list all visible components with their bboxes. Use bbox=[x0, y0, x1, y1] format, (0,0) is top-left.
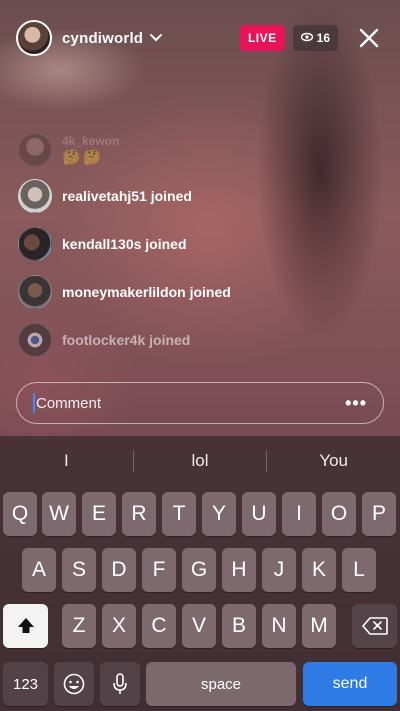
key-i[interactable]: I bbox=[282, 492, 316, 536]
text-caret bbox=[33, 393, 35, 413]
emoji-icon bbox=[63, 673, 85, 695]
key-r[interactable]: R bbox=[122, 492, 156, 536]
key-j[interactable]: J bbox=[262, 548, 296, 592]
shift-key[interactable] bbox=[3, 604, 48, 648]
suggestion-2[interactable]: lol bbox=[134, 451, 267, 471]
viewer-count-badge[interactable]: 16 bbox=[292, 25, 338, 51]
header-right: LIVE 16 bbox=[239, 23, 384, 53]
key-k[interactable]: K bbox=[302, 548, 336, 592]
join-item: footlocker4k joined bbox=[18, 316, 318, 364]
avatar bbox=[18, 133, 52, 167]
more-icon[interactable]: ••• bbox=[345, 393, 367, 414]
activity-feed: 4k_kewon 🤔🤔 realivetahj51 joined kendall… bbox=[18, 128, 318, 364]
join-item: moneymakerlildon joined bbox=[18, 268, 318, 316]
comment-text: 🤔🤔 bbox=[62, 149, 104, 166]
key-l[interactable]: L bbox=[342, 548, 376, 592]
live-badge: LIVE bbox=[239, 25, 285, 51]
close-button[interactable] bbox=[354, 23, 384, 53]
key-h[interactable]: H bbox=[222, 548, 256, 592]
key-n[interactable]: N bbox=[262, 604, 296, 648]
key-o[interactable]: O bbox=[322, 492, 356, 536]
join-item: kendall130s joined bbox=[18, 220, 318, 268]
microphone-icon bbox=[113, 673, 127, 694]
key-z[interactable]: Z bbox=[62, 604, 96, 648]
backspace-icon bbox=[361, 617, 388, 635]
avatar bbox=[18, 323, 52, 357]
join-text: moneymakerlildon joined bbox=[62, 284, 231, 300]
avatar bbox=[18, 179, 52, 213]
comment-bar: ••• bbox=[16, 382, 384, 424]
keyboard: I lol You Q W E R T Y U I O P A S D F G … bbox=[0, 436, 400, 711]
key-f[interactable]: F bbox=[142, 548, 176, 592]
join-item: realivetahj51 joined bbox=[18, 172, 318, 220]
comment-username: 4k_kewon bbox=[62, 134, 120, 148]
numbers-key[interactable]: 123 bbox=[3, 662, 48, 706]
host-avatar[interactable] bbox=[16, 20, 52, 56]
join-text: footlocker4k joined bbox=[62, 332, 191, 348]
avatar bbox=[18, 275, 52, 309]
key-t[interactable]: T bbox=[162, 492, 196, 536]
key-d[interactable]: D bbox=[102, 548, 136, 592]
suggestion-1[interactable]: I bbox=[0, 451, 133, 471]
key-v[interactable]: V bbox=[182, 604, 216, 648]
key-b[interactable]: B bbox=[222, 604, 256, 648]
live-header: cyndiworld LIVE 16 bbox=[16, 18, 384, 58]
comment-item: 4k_kewon 🤔🤔 bbox=[18, 128, 318, 172]
eye-icon bbox=[300, 31, 313, 45]
key-a[interactable]: A bbox=[22, 548, 56, 592]
key-x[interactable]: X bbox=[102, 604, 136, 648]
send-key[interactable]: send bbox=[303, 662, 397, 706]
key-g[interactable]: G bbox=[182, 548, 216, 592]
suggestion-bar: I lol You bbox=[0, 436, 400, 486]
key-e[interactable]: E bbox=[82, 492, 116, 536]
suggestion-3[interactable]: You bbox=[267, 451, 400, 471]
key-u[interactable]: U bbox=[242, 492, 276, 536]
chevron-down-icon[interactable] bbox=[149, 33, 163, 43]
join-text: realivetahj51 joined bbox=[62, 188, 192, 204]
host-username[interactable]: cyndiworld bbox=[62, 30, 143, 47]
viewer-count: 16 bbox=[316, 31, 330, 45]
backspace-key[interactable] bbox=[352, 604, 397, 648]
close-icon bbox=[359, 28, 379, 48]
key-w[interactable]: W bbox=[42, 492, 76, 536]
avatar bbox=[18, 227, 52, 261]
emoji-key[interactable] bbox=[54, 662, 94, 706]
microphone-key[interactable] bbox=[100, 662, 140, 706]
key-q[interactable]: Q bbox=[3, 492, 37, 536]
key-m[interactable]: M bbox=[302, 604, 336, 648]
comment-input[interactable] bbox=[36, 394, 346, 412]
shift-icon bbox=[17, 618, 34, 633]
key-p[interactable]: P bbox=[362, 492, 396, 536]
key-y[interactable]: Y bbox=[202, 492, 236, 536]
space-key[interactable]: space bbox=[146, 662, 296, 706]
key-s[interactable]: S bbox=[62, 548, 96, 592]
key-c[interactable]: C bbox=[142, 604, 176, 648]
join-text: kendall130s joined bbox=[62, 236, 187, 252]
